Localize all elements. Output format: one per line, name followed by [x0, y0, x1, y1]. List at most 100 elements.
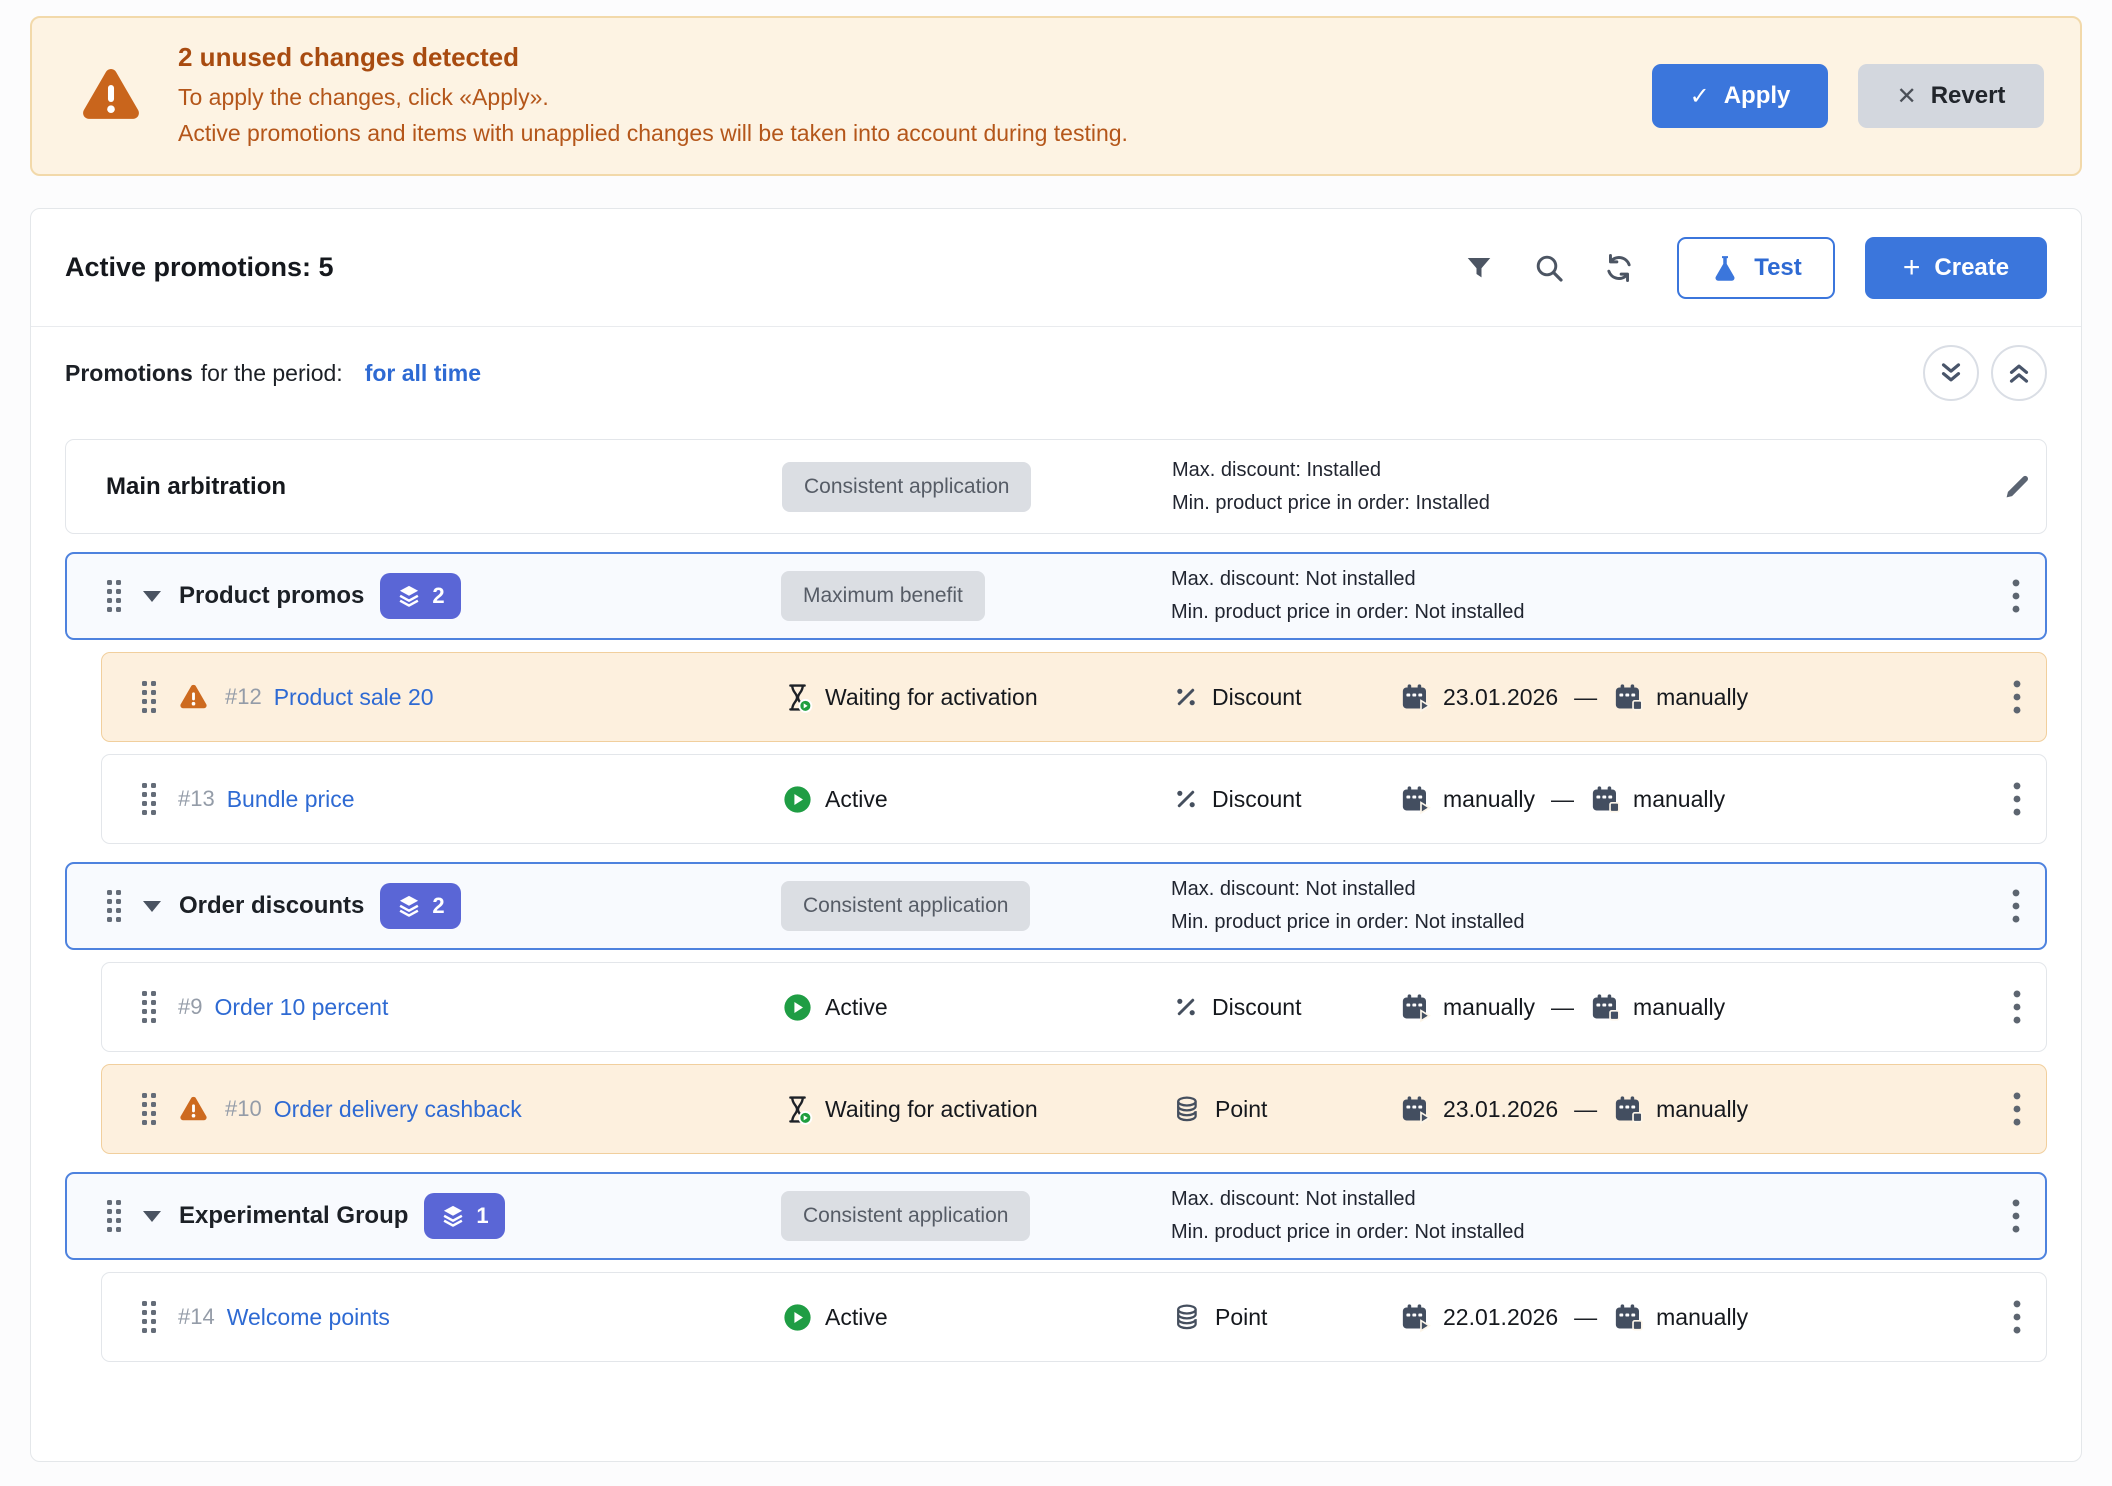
kebab-icon	[2011, 578, 2021, 614]
chevron-double-up-icon	[2004, 358, 2034, 388]
promo-name-link[interactable]: Welcome points	[227, 1304, 390, 1331]
collapse-caret-icon[interactable]	[143, 1211, 161, 1222]
drag-handle[interactable]	[107, 1200, 121, 1232]
expand-all-button[interactable]	[1923, 345, 1979, 401]
drag-handle[interactable]	[142, 783, 156, 815]
promo-type-label: Discount	[1212, 994, 1301, 1021]
collapse-all-button[interactable]	[1991, 345, 2047, 401]
kebab-icon	[2011, 888, 2021, 924]
warning-icon	[178, 682, 209, 713]
banner-text: 2 unused changes detected To apply the c…	[178, 42, 1128, 151]
drag-handle[interactable]	[142, 1301, 156, 1333]
row-menu-button[interactable]	[1988, 679, 2046, 715]
arbitration-info: Max. discount: Installed Min. product pr…	[1158, 459, 1988, 515]
calendar-start-icon	[1400, 1094, 1431, 1125]
edit-arbitration-button[interactable]	[1988, 471, 2046, 503]
banner-line-1: To apply the changes, click «Apply».	[178, 79, 1128, 115]
status-label: Active	[825, 1304, 888, 1331]
active-status-icon	[782, 1302, 813, 1333]
drag-handle[interactable]	[142, 991, 156, 1023]
discount-icon	[1172, 785, 1200, 813]
group-row-experimental-group: Experimental Group 1 Consistent applicat…	[65, 1172, 2047, 1260]
promo-type-label: Discount	[1212, 684, 1301, 711]
kebab-icon	[2011, 1198, 2021, 1234]
apply-button[interactable]: ✓ Apply	[1652, 64, 1828, 128]
drag-handle[interactable]	[142, 1093, 156, 1125]
drag-handle[interactable]	[142, 681, 156, 713]
promo-row-14: #14 Welcome points Active Point 22.01.20…	[101, 1272, 2047, 1362]
period-label: Promotionsfor the period:	[65, 360, 343, 387]
discount-icon	[1172, 683, 1200, 711]
hourglass-icon	[782, 1094, 813, 1125]
promo-dates: manually — manually	[1400, 992, 1725, 1023]
row-menu-button[interactable]	[1988, 989, 2046, 1025]
flask-icon	[1710, 253, 1740, 283]
calendar-end-icon	[1590, 784, 1621, 815]
row-menu-button[interactable]	[1988, 1299, 2046, 1335]
collapse-caret-icon[interactable]	[143, 901, 161, 912]
application-mode-badge: Consistent application	[781, 881, 1030, 931]
promo-id: #10	[225, 1096, 262, 1122]
group-row-order-discounts: Order discounts 2 Consistent application…	[65, 862, 2047, 950]
group-info: Max. discount: Not installedMin. product…	[1157, 568, 1987, 624]
check-icon: ✓	[1690, 82, 1710, 111]
active-status-icon	[782, 784, 813, 815]
promo-name-link[interactable]: Order delivery cashback	[274, 1096, 522, 1123]
close-icon: ✕	[1897, 82, 1917, 111]
search-icon	[1533, 252, 1565, 284]
row-menu-button[interactable]	[1988, 781, 2046, 817]
collapse-caret-icon[interactable]	[143, 591, 161, 602]
drag-handle[interactable]	[107, 890, 121, 922]
application-mode-badge: Maximum benefit	[781, 571, 985, 621]
promo-dates: 22.01.2026 — manually	[1400, 1302, 1748, 1333]
layers-icon	[396, 893, 422, 919]
group-count-badge: 2	[380, 573, 460, 619]
promo-id: #13	[178, 786, 215, 812]
kebab-icon	[2012, 679, 2022, 715]
filter-button[interactable]	[1453, 242, 1505, 294]
group-title: Product promos	[179, 582, 364, 610]
calendar-start-icon	[1400, 1302, 1431, 1333]
promo-name-link[interactable]: Order 10 percent	[214, 994, 388, 1021]
group-row-product-promos: Product promos 2 Maximum benefit Max. di…	[65, 552, 2047, 640]
application-mode-badge: Consistent application	[782, 462, 1031, 512]
calendar-start-icon	[1400, 992, 1431, 1023]
promo-name-link[interactable]: Product sale 20	[274, 684, 434, 711]
promo-dates: manually — manually	[1400, 784, 1725, 815]
status-label: Active	[825, 994, 888, 1021]
card-header: Active promotions: 5 Test + Create	[31, 209, 2081, 327]
group-info: Max. discount: Not installedMin. product…	[1157, 878, 1987, 934]
application-mode-badge: Consistent application	[781, 1191, 1030, 1241]
create-button[interactable]: + Create	[1865, 237, 2047, 299]
drag-handle[interactable]	[107, 580, 121, 612]
promo-id: #14	[178, 1304, 215, 1330]
search-button[interactable]	[1523, 242, 1575, 294]
promotions-list: Main arbitration Consistent application …	[31, 419, 2081, 1374]
test-button[interactable]: Test	[1677, 237, 1835, 299]
chevron-double-down-icon	[1936, 358, 1966, 388]
promotions-card: Active promotions: 5 Test + Create Promo…	[30, 208, 2082, 1462]
row-menu-button[interactable]	[1987, 888, 2045, 924]
promo-id: #9	[178, 994, 202, 1020]
promo-row-10: #10 Order delivery cashback Waiting for …	[101, 1064, 2047, 1154]
point-icon	[1172, 1094, 1203, 1125]
status-label: Active	[825, 786, 888, 813]
calendar-end-icon	[1590, 992, 1621, 1023]
refresh-icon	[1603, 252, 1635, 284]
revert-button[interactable]: ✕ Revert	[1858, 64, 2044, 128]
promo-name-link[interactable]: Bundle price	[227, 786, 355, 813]
main-arbitration-row: Main arbitration Consistent application …	[65, 439, 2047, 534]
promo-id: #12	[225, 684, 262, 710]
discount-icon	[1172, 993, 1200, 1021]
row-menu-button[interactable]	[1987, 1198, 2045, 1234]
layers-icon	[440, 1203, 466, 1229]
refresh-button[interactable]	[1593, 242, 1645, 294]
hourglass-icon	[782, 682, 813, 713]
period-link[interactable]: for all time	[365, 360, 481, 387]
row-menu-button[interactable]	[1987, 578, 2045, 614]
point-icon	[1172, 1302, 1203, 1333]
promo-row-13: #13 Bundle price Active Discount manuall…	[101, 754, 2047, 844]
unused-changes-banner: 2 unused changes detected To apply the c…	[30, 16, 2082, 176]
row-menu-button[interactable]	[1988, 1091, 2046, 1127]
layers-icon	[396, 583, 422, 609]
